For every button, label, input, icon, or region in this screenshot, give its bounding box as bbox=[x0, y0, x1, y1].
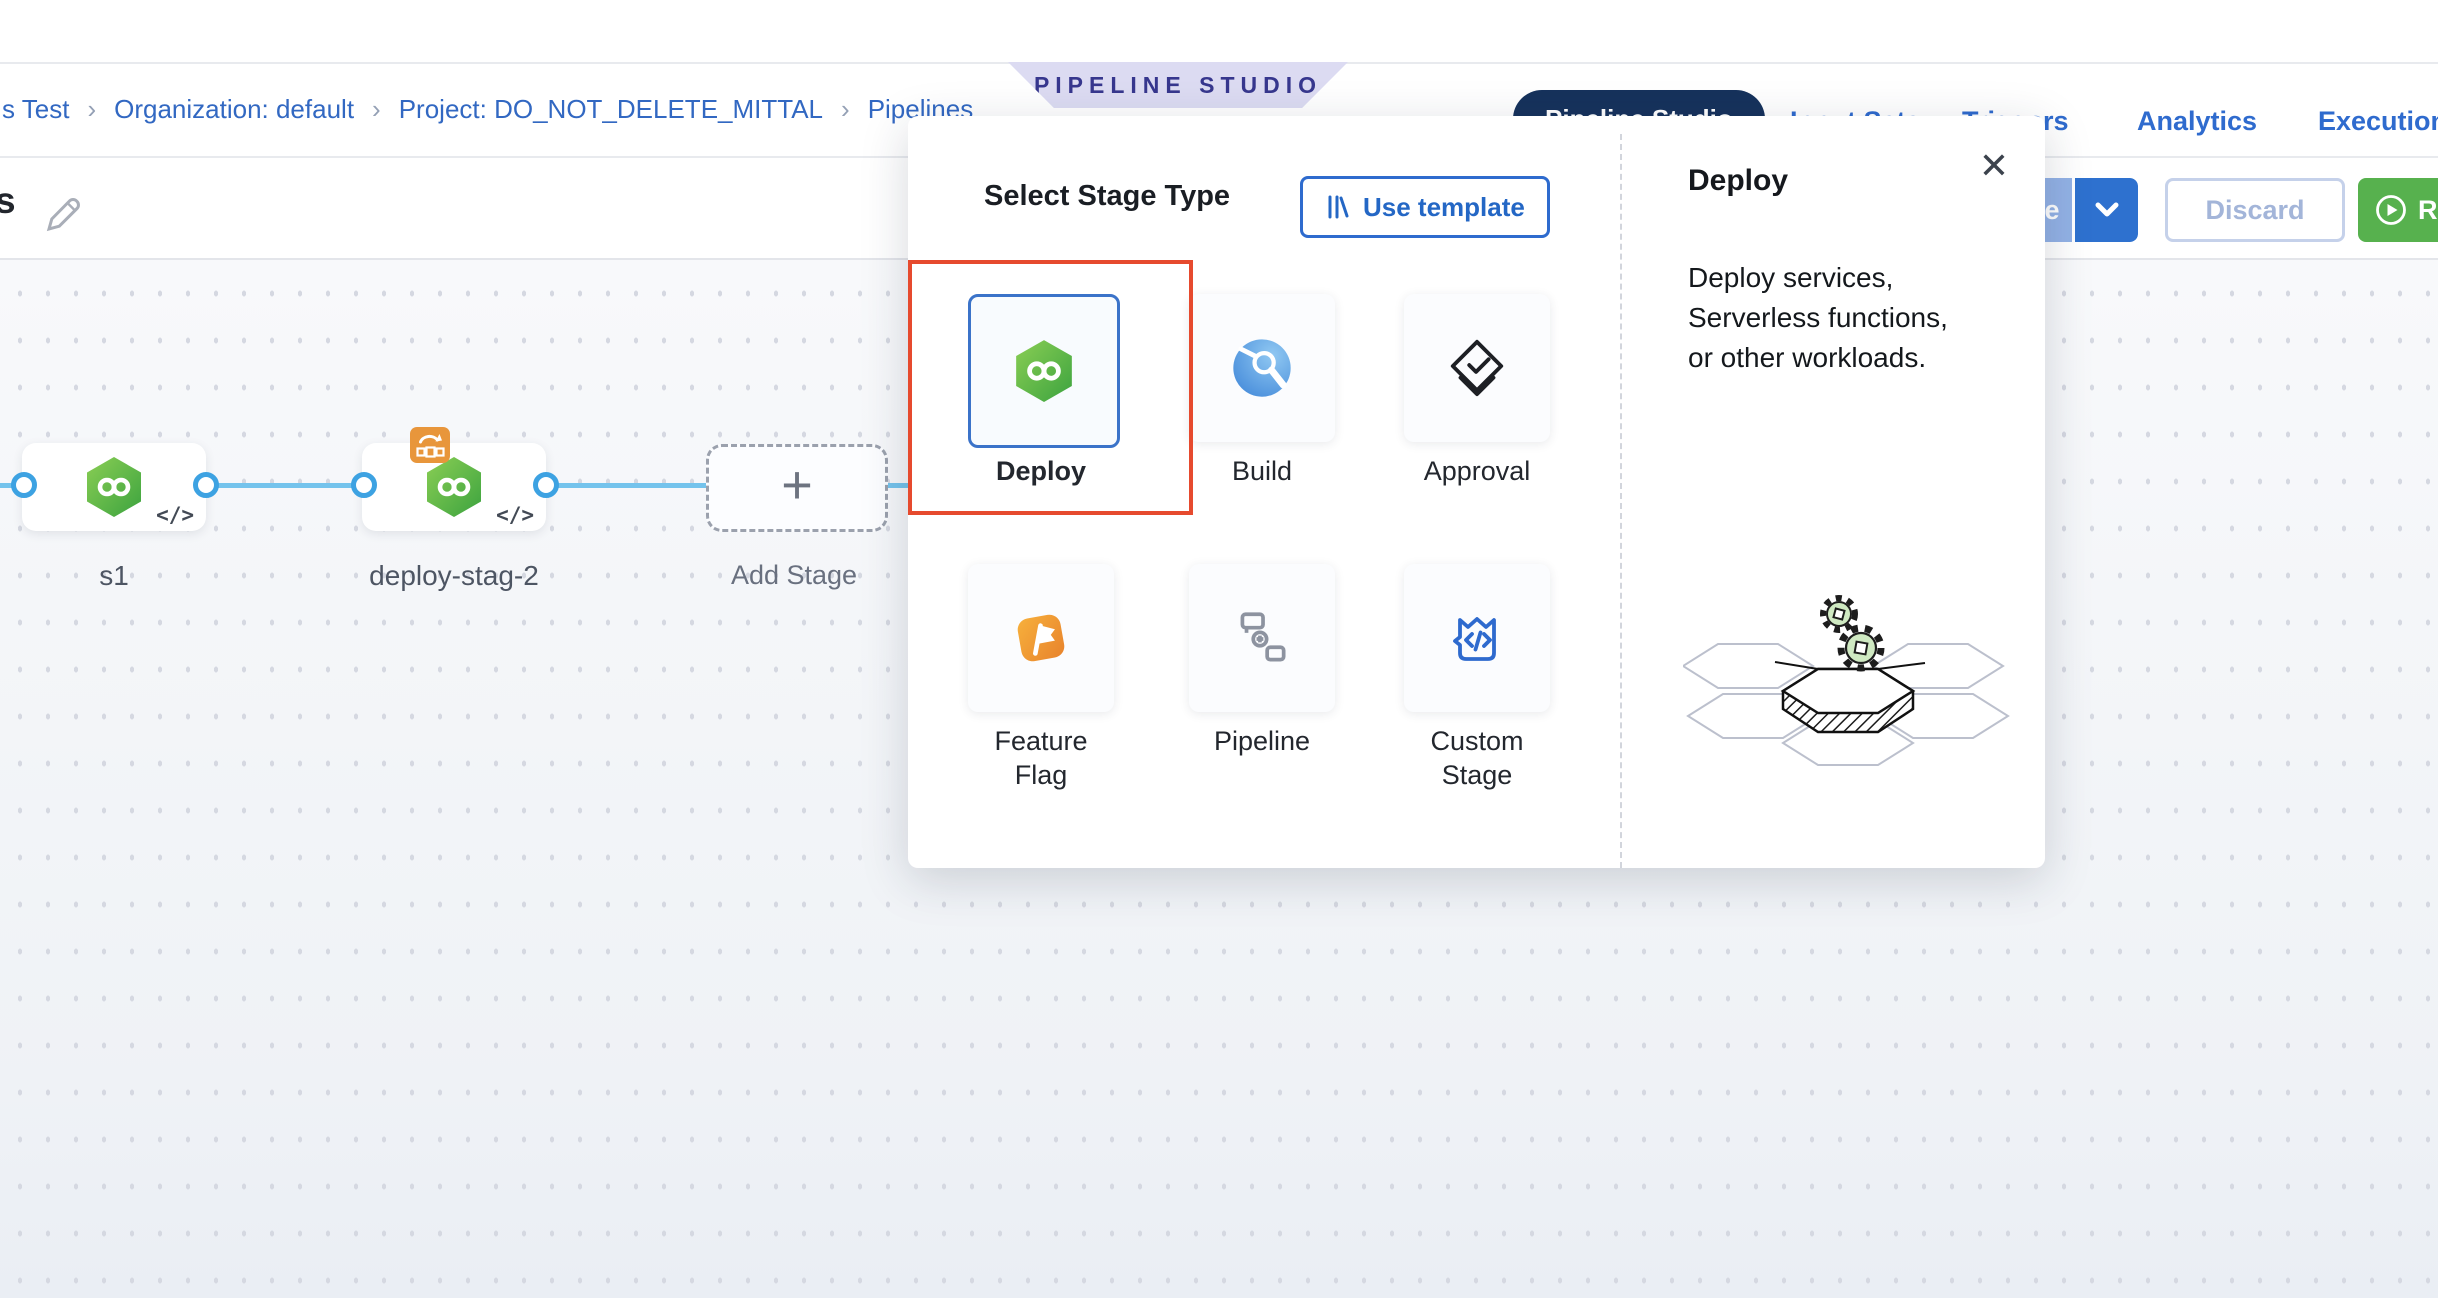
add-stage-button[interactable]: + bbox=[706, 444, 888, 532]
stage-card-label: Build bbox=[1162, 454, 1362, 488]
chevron-right-icon: › bbox=[372, 94, 381, 125]
chevron-right-icon: › bbox=[841, 94, 850, 125]
stage-card-deploy[interactable] bbox=[968, 294, 1120, 448]
stage-card-feature-flag[interactable] bbox=[968, 564, 1114, 712]
pipeline-studio-app: s Test › Organization: default › Project… bbox=[0, 0, 2438, 1298]
stage-name-label: s1 bbox=[22, 560, 206, 592]
stage-card-label: Approval bbox=[1377, 454, 1577, 488]
stage-name-label: deploy-stag-2 bbox=[334, 560, 574, 592]
run-button[interactable]: Run bbox=[2358, 178, 2438, 242]
rolling-deployment-badge-icon bbox=[410, 427, 450, 463]
chevron-right-icon: › bbox=[87, 94, 96, 125]
play-circle-icon bbox=[2374, 193, 2408, 227]
breadcrumb-item-org[interactable]: Organization: default bbox=[114, 94, 354, 125]
breadcrumb-item-account[interactable]: s Test bbox=[2, 94, 69, 125]
cd-stage-icon bbox=[1011, 338, 1077, 404]
breadcrumb: s Test › Organization: default › Project… bbox=[2, 94, 973, 125]
template-library-icon bbox=[1325, 194, 1351, 220]
stage-node-deploy-stag-2[interactable]: </> bbox=[362, 443, 546, 531]
edit-pencil-icon[interactable] bbox=[40, 190, 86, 236]
select-stage-type-modal: Select Stage Type Use template Deploy Bu… bbox=[908, 116, 2045, 868]
use-template-label: Use template bbox=[1363, 192, 1525, 223]
save-dropdown-toggle[interactable] bbox=[2075, 178, 2138, 242]
modal-title: Select Stage Type bbox=[984, 180, 1230, 213]
stage-card-label: Pipeline bbox=[1162, 724, 1362, 758]
chevron-down-icon bbox=[2091, 198, 2123, 222]
ci-build-icon bbox=[1228, 334, 1296, 402]
use-template-button[interactable]: Use template bbox=[1300, 176, 1550, 238]
add-stage-label: Add Stage bbox=[700, 560, 888, 591]
code-icon[interactable]: </> bbox=[156, 503, 194, 527]
tab-execution-history[interactable]: Execution History bbox=[2318, 106, 2438, 137]
feature-flag-icon bbox=[1008, 605, 1074, 671]
discard-button[interactable]: Discard bbox=[2165, 178, 2345, 242]
chained-pipeline-icon bbox=[1229, 605, 1295, 671]
connector-port[interactable] bbox=[351, 472, 377, 498]
stage-card-pipeline[interactable] bbox=[1189, 564, 1335, 712]
connector-port[interactable] bbox=[11, 472, 37, 498]
connector-port[interactable] bbox=[533, 472, 559, 498]
cd-stage-icon bbox=[82, 455, 146, 519]
ribbon-label: PIPELINE STUDIO bbox=[1034, 72, 1322, 99]
stage-detail-title: Deploy bbox=[1688, 164, 1788, 198]
run-button-label: Run bbox=[2418, 195, 2438, 226]
breadcrumb-item-project[interactable]: Project: DO_NOT_DELETE_MITTAL bbox=[399, 94, 823, 125]
plus-icon: + bbox=[781, 454, 813, 516]
code-icon[interactable]: </> bbox=[496, 503, 534, 527]
approval-check-icon bbox=[1446, 337, 1508, 399]
connector-port[interactable] bbox=[193, 472, 219, 498]
close-icon[interactable]: ✕ bbox=[1970, 142, 2018, 190]
stage-node-s1[interactable]: </> bbox=[22, 443, 206, 531]
custom-stage-icon bbox=[1445, 606, 1509, 670]
modal-section-divider bbox=[1620, 134, 1622, 868]
stage-card-label: Feature Flag bbox=[976, 724, 1106, 792]
tab-analytics[interactable]: Analytics bbox=[2137, 106, 2257, 137]
deploy-illustration bbox=[1683, 586, 2013, 776]
stage-card-label: Deploy bbox=[941, 454, 1141, 488]
stage-card-label: Custom Stage bbox=[1412, 724, 1542, 792]
stage-card-custom[interactable] bbox=[1404, 564, 1550, 712]
stage-detail-description: Deploy services, Serverless functions, o… bbox=[1688, 258, 1948, 378]
pipeline-name: s bbox=[0, 180, 16, 222]
pipeline-studio-ribbon: PIPELINE STUDIO bbox=[1008, 62, 1348, 108]
stage-card-approval[interactable] bbox=[1404, 294, 1550, 442]
cd-stage-icon bbox=[422, 455, 486, 519]
stage-card-build[interactable] bbox=[1189, 294, 1335, 442]
